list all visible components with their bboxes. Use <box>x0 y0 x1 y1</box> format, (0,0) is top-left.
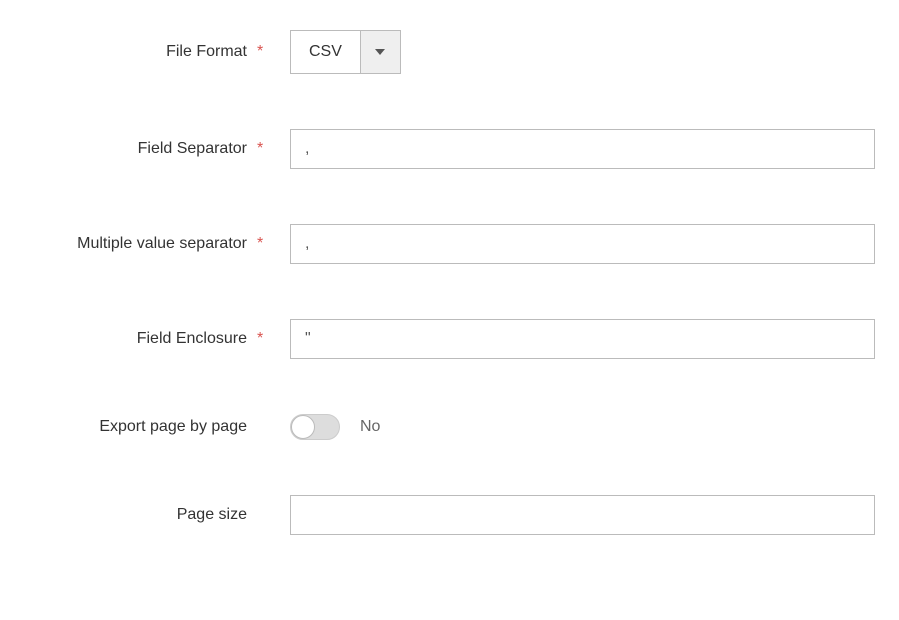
field-enclosure-control <box>275 319 879 359</box>
multiple-value-separator-row: Multiple value separator * <box>20 224 879 264</box>
file-format-control: CSV <box>275 30 879 74</box>
multiple-value-separator-label: Multiple value separator <box>77 235 247 253</box>
export-page-by-page-control: No <box>275 414 879 440</box>
file-format-row: File Format * CSV <box>20 30 879 74</box>
page-size-control <box>275 495 879 535</box>
required-asterisk: * <box>257 235 267 253</box>
required-asterisk: * <box>257 140 267 158</box>
export-page-by-page-label-col: Export page by page * <box>20 418 275 436</box>
multiple-value-separator-label-col: Multiple value separator * <box>20 235 275 253</box>
field-separator-input[interactable] <box>290 129 875 169</box>
page-size-label: Page size <box>177 506 247 524</box>
multiple-value-separator-control <box>275 224 879 264</box>
file-format-label: File Format <box>166 43 247 61</box>
field-separator-control <box>275 129 879 169</box>
required-asterisk: * <box>257 330 267 348</box>
field-enclosure-label-col: Field Enclosure * <box>20 330 275 348</box>
field-separator-label: Field Separator <box>138 140 247 158</box>
export-page-by-page-state: No <box>360 418 380 436</box>
field-enclosure-input[interactable] <box>290 319 875 359</box>
field-separator-label-col: Field Separator * <box>20 140 275 158</box>
toggle-knob <box>291 415 315 439</box>
required-asterisk: * <box>257 43 267 61</box>
file-format-label-col: File Format * <box>20 43 275 61</box>
export-page-by-page-label: Export page by page <box>99 418 247 436</box>
file-format-value: CSV <box>291 31 360 73</box>
export-page-by-page-toggle[interactable] <box>290 414 340 440</box>
field-enclosure-row: Field Enclosure * <box>20 319 879 359</box>
export-page-by-page-row: Export page by page * No <box>20 414 879 440</box>
page-size-input[interactable] <box>290 495 875 535</box>
file-format-select[interactable]: CSV <box>290 30 401 74</box>
page-size-label-col: Page size * <box>20 506 275 524</box>
caret-down-icon <box>375 49 385 55</box>
multiple-value-separator-input[interactable] <box>290 224 875 264</box>
page-size-row: Page size * <box>20 495 879 535</box>
field-enclosure-label: Field Enclosure <box>137 330 247 348</box>
file-format-dropdown-button[interactable] <box>360 31 400 73</box>
field-separator-row: Field Separator * <box>20 129 879 169</box>
